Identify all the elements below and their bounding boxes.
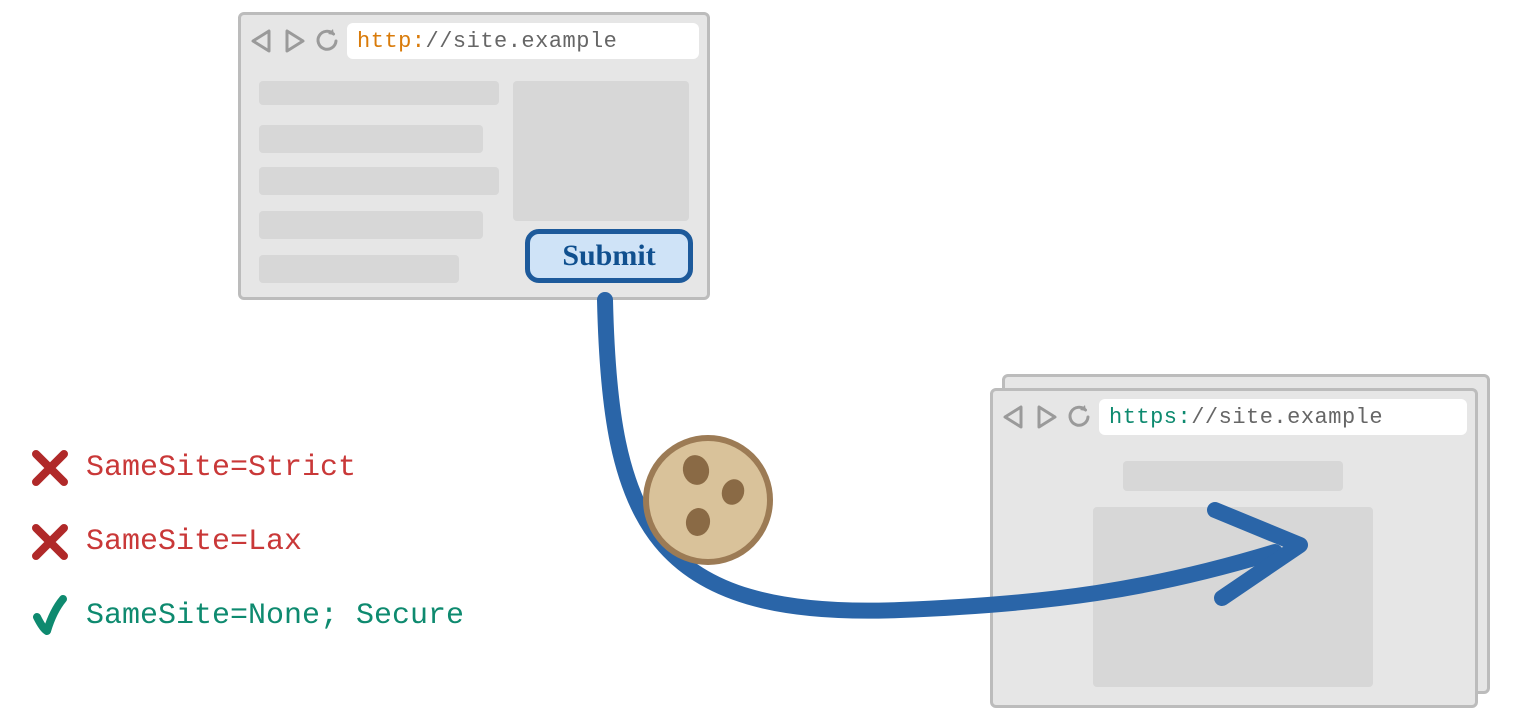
address-bar[interactable]: http://site.example <box>347 23 699 59</box>
legend-row-strict: SameSite=Strict <box>30 448 464 488</box>
placeholder-line <box>259 81 499 105</box>
placeholder-line <box>259 255 459 283</box>
back-triangle-icon[interactable] <box>1001 404 1027 430</box>
forward-triangle-icon[interactable] <box>281 28 307 54</box>
browser-toolbar: http://site.example <box>241 15 707 67</box>
placeholder-heading <box>1123 461 1343 491</box>
refresh-icon[interactable] <box>313 27 341 55</box>
page-content <box>993 443 1475 705</box>
legend-label: SameSite=Lax <box>86 525 302 559</box>
placeholder-line <box>259 211 483 239</box>
submit-button-label: Submit <box>562 239 655 273</box>
legend-label: SameSite=None; Secure <box>86 599 464 633</box>
x-mark-icon <box>30 448 70 488</box>
placeholder-line <box>259 167 499 195</box>
placeholder-image <box>513 81 689 221</box>
browser-window-http: http://site.example Submit <box>238 12 710 300</box>
placeholder-block <box>1093 507 1373 687</box>
submit-button[interactable]: Submit <box>525 229 693 283</box>
browser-toolbar: https://site.example <box>993 391 1475 443</box>
legend-row-lax: SameSite=Lax <box>30 522 464 562</box>
legend-label: SameSite=Strict <box>86 451 356 485</box>
url-rest: //site.example <box>426 29 618 54</box>
back-triangle-icon[interactable] <box>249 28 275 54</box>
browser-window-https: https://site.example <box>990 388 1478 708</box>
samesite-legend: SameSite=Strict SameSite=Lax SameSite=No… <box>30 448 464 636</box>
url-scheme: http: <box>357 29 426 54</box>
address-bar[interactable]: https://site.example <box>1099 399 1467 435</box>
placeholder-line <box>259 125 483 153</box>
cookie-icon <box>638 430 778 570</box>
x-mark-icon <box>30 522 70 562</box>
url-rest: //site.example <box>1191 405 1383 430</box>
forward-triangle-icon[interactable] <box>1033 404 1059 430</box>
legend-row-none-secure: SameSite=None; Secure <box>30 596 464 636</box>
check-mark-icon <box>30 596 70 636</box>
page-content: Submit <box>241 67 707 297</box>
url-scheme: https: <box>1109 405 1191 430</box>
refresh-icon[interactable] <box>1065 403 1093 431</box>
